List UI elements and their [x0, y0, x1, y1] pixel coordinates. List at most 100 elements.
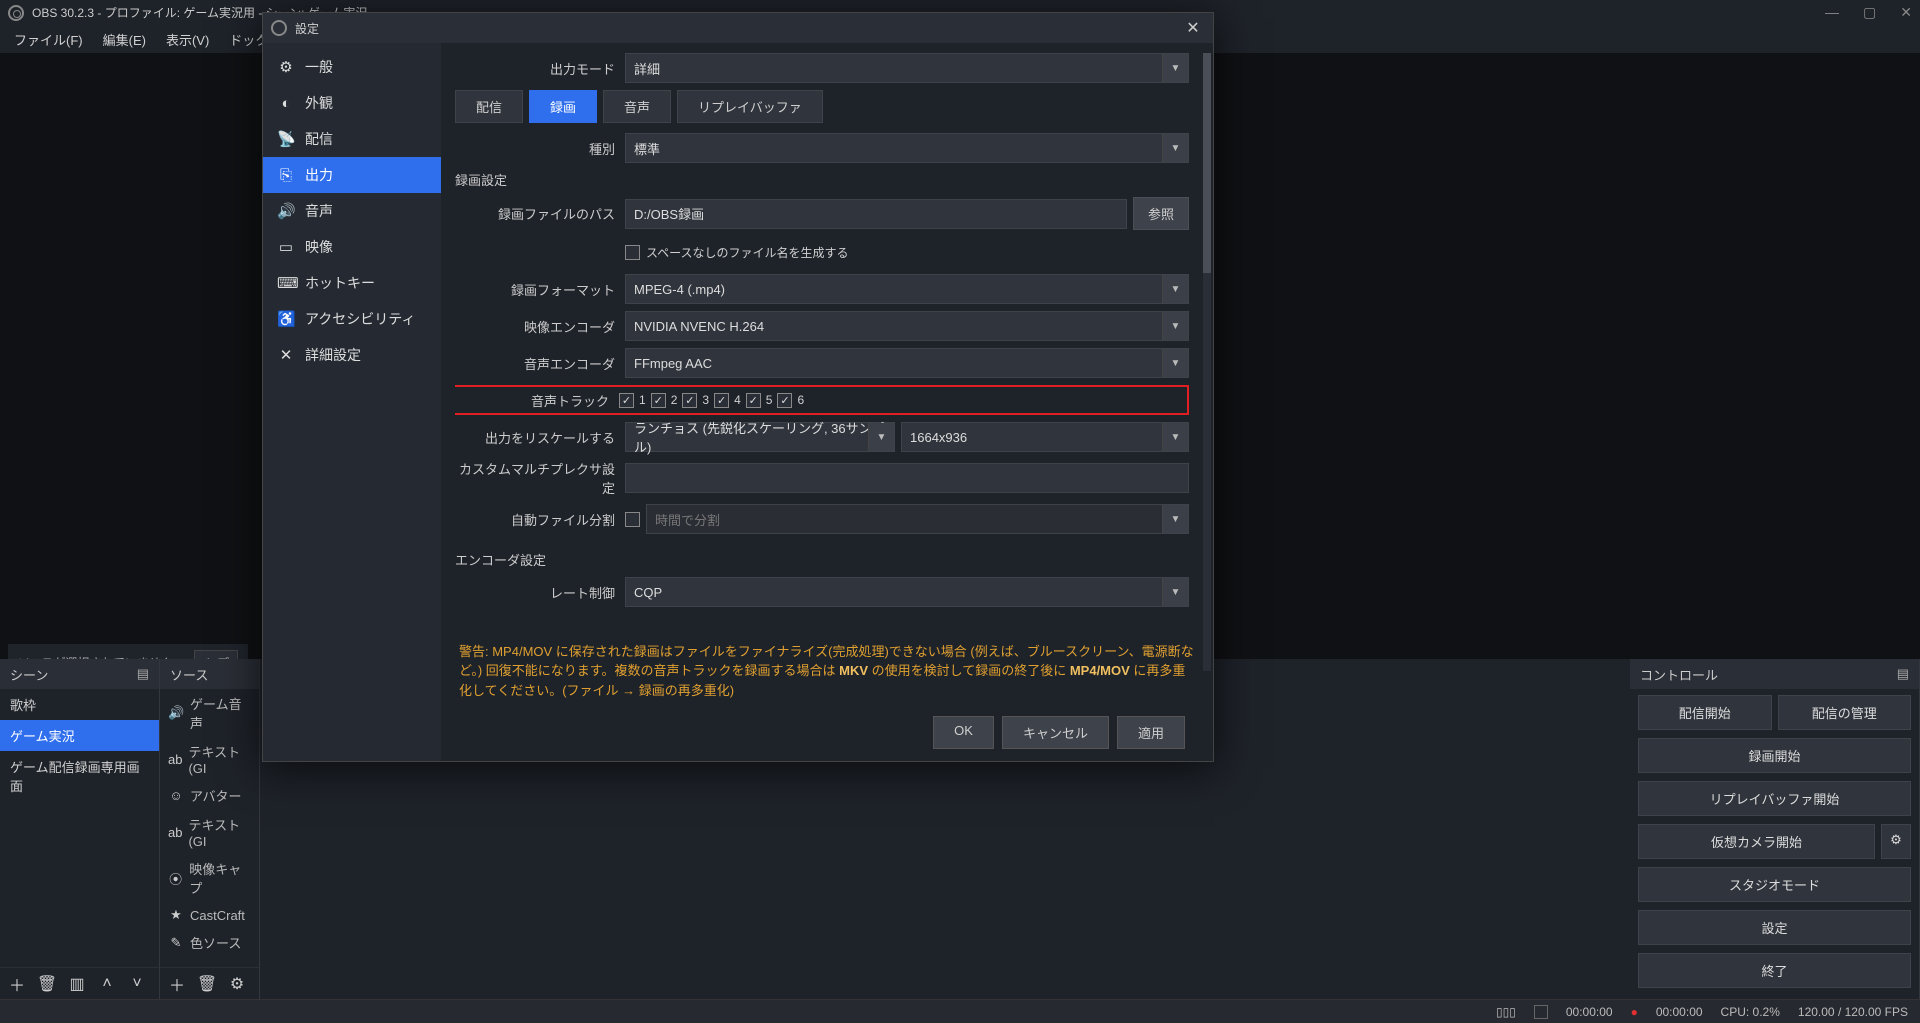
chevron-down-icon: ▼ [1162, 54, 1188, 82]
start-replay-buffer-button[interactable]: リプレイバッファ開始 [1638, 781, 1911, 816]
cat-advanced[interactable]: ✕詳細設定 [263, 337, 441, 373]
scene-item[interactable]: ゲーム配信録画専用画面 [0, 751, 159, 801]
scenes-panel-header: シーン ▤ [0, 659, 159, 689]
split-mode-select: 時間で分割▼ [646, 504, 1189, 534]
start-recording-button[interactable]: 録画開始 [1638, 738, 1911, 773]
maximize-icon[interactable]: ▢ [1863, 4, 1876, 21]
track-3-checkbox[interactable] [682, 393, 697, 408]
scene-filters-button[interactable]: ▥ [66, 973, 88, 995]
popout-icon[interactable]: ▤ [1897, 666, 1909, 682]
chevron-down-icon: ▼ [1162, 423, 1188, 451]
studio-mode-button[interactable]: スタジオモード [1638, 867, 1911, 902]
browse-button[interactable]: 参照 [1133, 197, 1189, 230]
stream-indicator [1534, 1005, 1548, 1019]
accessibility-icon: ♿ [277, 310, 295, 328]
chevron-down-icon: ▼ [1162, 505, 1188, 533]
scene-item[interactable]: 歌枠 [0, 689, 159, 720]
controls-panel-header: コントロール ▤ [1630, 659, 1919, 689]
add-source-button[interactable]: ＋ [166, 973, 188, 995]
cat-appearance[interactable]: ◐外観 [263, 85, 441, 121]
source-item[interactable]: ⦿映像キャプ [160, 854, 259, 902]
tab-replay-buffer[interactable]: リプレイバッファ [677, 90, 823, 123]
source-item[interactable]: ✎色ソース [160, 928, 259, 957]
scene-down-button[interactable]: ˅ [126, 973, 148, 995]
close-icon[interactable]: ✕ [1900, 4, 1912, 21]
source-item[interactable]: ☺アバター [160, 781, 259, 810]
scene-item[interactable]: ゲーム実況 [0, 720, 159, 751]
rec-path-input[interactable]: D:/OBS録画 [625, 199, 1127, 229]
tab-recording[interactable]: 録画 [529, 90, 597, 123]
split-checkbox[interactable] [625, 512, 640, 527]
scrollbar[interactable] [1203, 53, 1211, 671]
format-select[interactable]: MPEG-4 (.mp4)▼ [625, 274, 1189, 304]
remove-source-button[interactable]: 🗑 [196, 973, 218, 995]
tab-stream[interactable]: 配信 [455, 90, 523, 123]
settings-button[interactable]: 設定 [1638, 910, 1911, 945]
menu-edit[interactable]: 編集(E) [93, 26, 156, 53]
cat-general[interactable]: ⚙一般 [263, 49, 441, 85]
source-item[interactable]: ★CastCraft [160, 902, 259, 928]
cancel-button[interactable]: キャンセル [1002, 716, 1109, 749]
obs-logo-icon [271, 20, 287, 36]
apply-button[interactable]: 適用 [1117, 716, 1185, 749]
format-label: 録画フォーマット [455, 280, 625, 299]
audio-encoder-select[interactable]: FFmpeg AAC▼ [625, 348, 1189, 378]
minimize-icon[interactable]: — [1825, 4, 1839, 21]
avatar-icon: ☺ [168, 788, 184, 803]
rescale-resolution-select[interactable]: 1664x936▼ [901, 422, 1189, 452]
monitor-icon: ▭ [277, 238, 295, 256]
track-5-checkbox[interactable] [746, 393, 761, 408]
track-4-checkbox[interactable] [714, 393, 729, 408]
controls-title: コントロール [1640, 665, 1718, 684]
manage-stream-button[interactable]: 配信の管理 [1778, 695, 1912, 730]
recording-settings-heading: 録画設定 [455, 170, 1189, 189]
menu-view[interactable]: 表示(V) [156, 26, 219, 53]
menu-file[interactable]: ファイル(F) [4, 26, 93, 53]
stream-timer: 00:00:00 [1566, 1005, 1613, 1019]
nospace-checkbox[interactable] [625, 245, 640, 260]
start-stream-button[interactable]: 配信開始 [1638, 695, 1772, 730]
track-6-checkbox[interactable] [777, 393, 792, 408]
start-virtual-cam-button[interactable]: 仮想カメラ開始 [1638, 824, 1875, 859]
video-encoder-select[interactable]: NVIDIA NVENC H.264▼ [625, 311, 1189, 341]
text-icon: ab [168, 825, 182, 840]
dialog-close-button[interactable]: ✕ [1181, 16, 1205, 40]
sources-panel-header: ソース [160, 659, 259, 689]
source-item[interactable]: abテキスト (GI [160, 810, 259, 854]
mux-input[interactable] [625, 463, 1189, 493]
scenes-title: シーン [10, 665, 48, 684]
cat-audio[interactable]: 🔊音声 [263, 193, 441, 229]
chevron-down-icon: ▼ [1162, 312, 1188, 340]
source-item[interactable]: 🔊ゲーム音声 [160, 689, 259, 737]
speaker-icon: 🔊 [277, 202, 295, 220]
split-label: 自動ファイル分割 [455, 510, 625, 529]
rec-timer: 00:00:00 [1656, 1005, 1703, 1019]
chevron-down-icon: ▼ [868, 423, 894, 451]
virtual-cam-settings-button[interactable]: ⚙ [1881, 824, 1911, 859]
exit-button[interactable]: 終了 [1638, 953, 1911, 988]
source-item[interactable]: abテキスト (GI [160, 737, 259, 781]
rec-path-label: 録画ファイルのパス [455, 204, 625, 223]
rate-control-select[interactable]: CQP▼ [625, 577, 1189, 607]
cat-video[interactable]: ▭映像 [263, 229, 441, 265]
track-1-checkbox[interactable] [619, 393, 634, 408]
track-2-checkbox[interactable] [651, 393, 666, 408]
source-settings-button[interactable]: ⚙ [226, 973, 248, 995]
output-mode-select[interactable]: 詳細▼ [625, 53, 1189, 83]
rescale-filter-select[interactable]: ランチョス (先鋭化スケーリング, 36サンプル)▼ [625, 422, 895, 452]
remove-scene-button[interactable]: 🗑 [36, 973, 58, 995]
audio-tracks-label: 音声トラック [455, 391, 619, 410]
settings-sidebar: ⚙一般 ◐外観 📡配信 ⎘出力 🔊音声 ▭映像 ⌨ホットキー ♿アクセシビリティ… [263, 43, 441, 761]
cat-hotkeys[interactable]: ⌨ホットキー [263, 265, 441, 301]
scene-up-button[interactable]: ˄ [96, 973, 118, 995]
add-scene-button[interactable]: ＋ [6, 973, 28, 995]
type-select[interactable]: 標準▼ [625, 133, 1189, 163]
antenna-icon: 📡 [277, 130, 295, 148]
ok-button[interactable]: OK [933, 716, 994, 749]
mux-label: カスタムマルチプレクサ設定 [455, 459, 625, 497]
cat-stream[interactable]: 📡配信 [263, 121, 441, 157]
cat-accessibility[interactable]: ♿アクセシビリティ [263, 301, 441, 337]
cat-output[interactable]: ⎘出力 [263, 157, 441, 193]
popout-icon[interactable]: ▤ [137, 666, 149, 682]
tab-audio[interactable]: 音声 [603, 90, 671, 123]
